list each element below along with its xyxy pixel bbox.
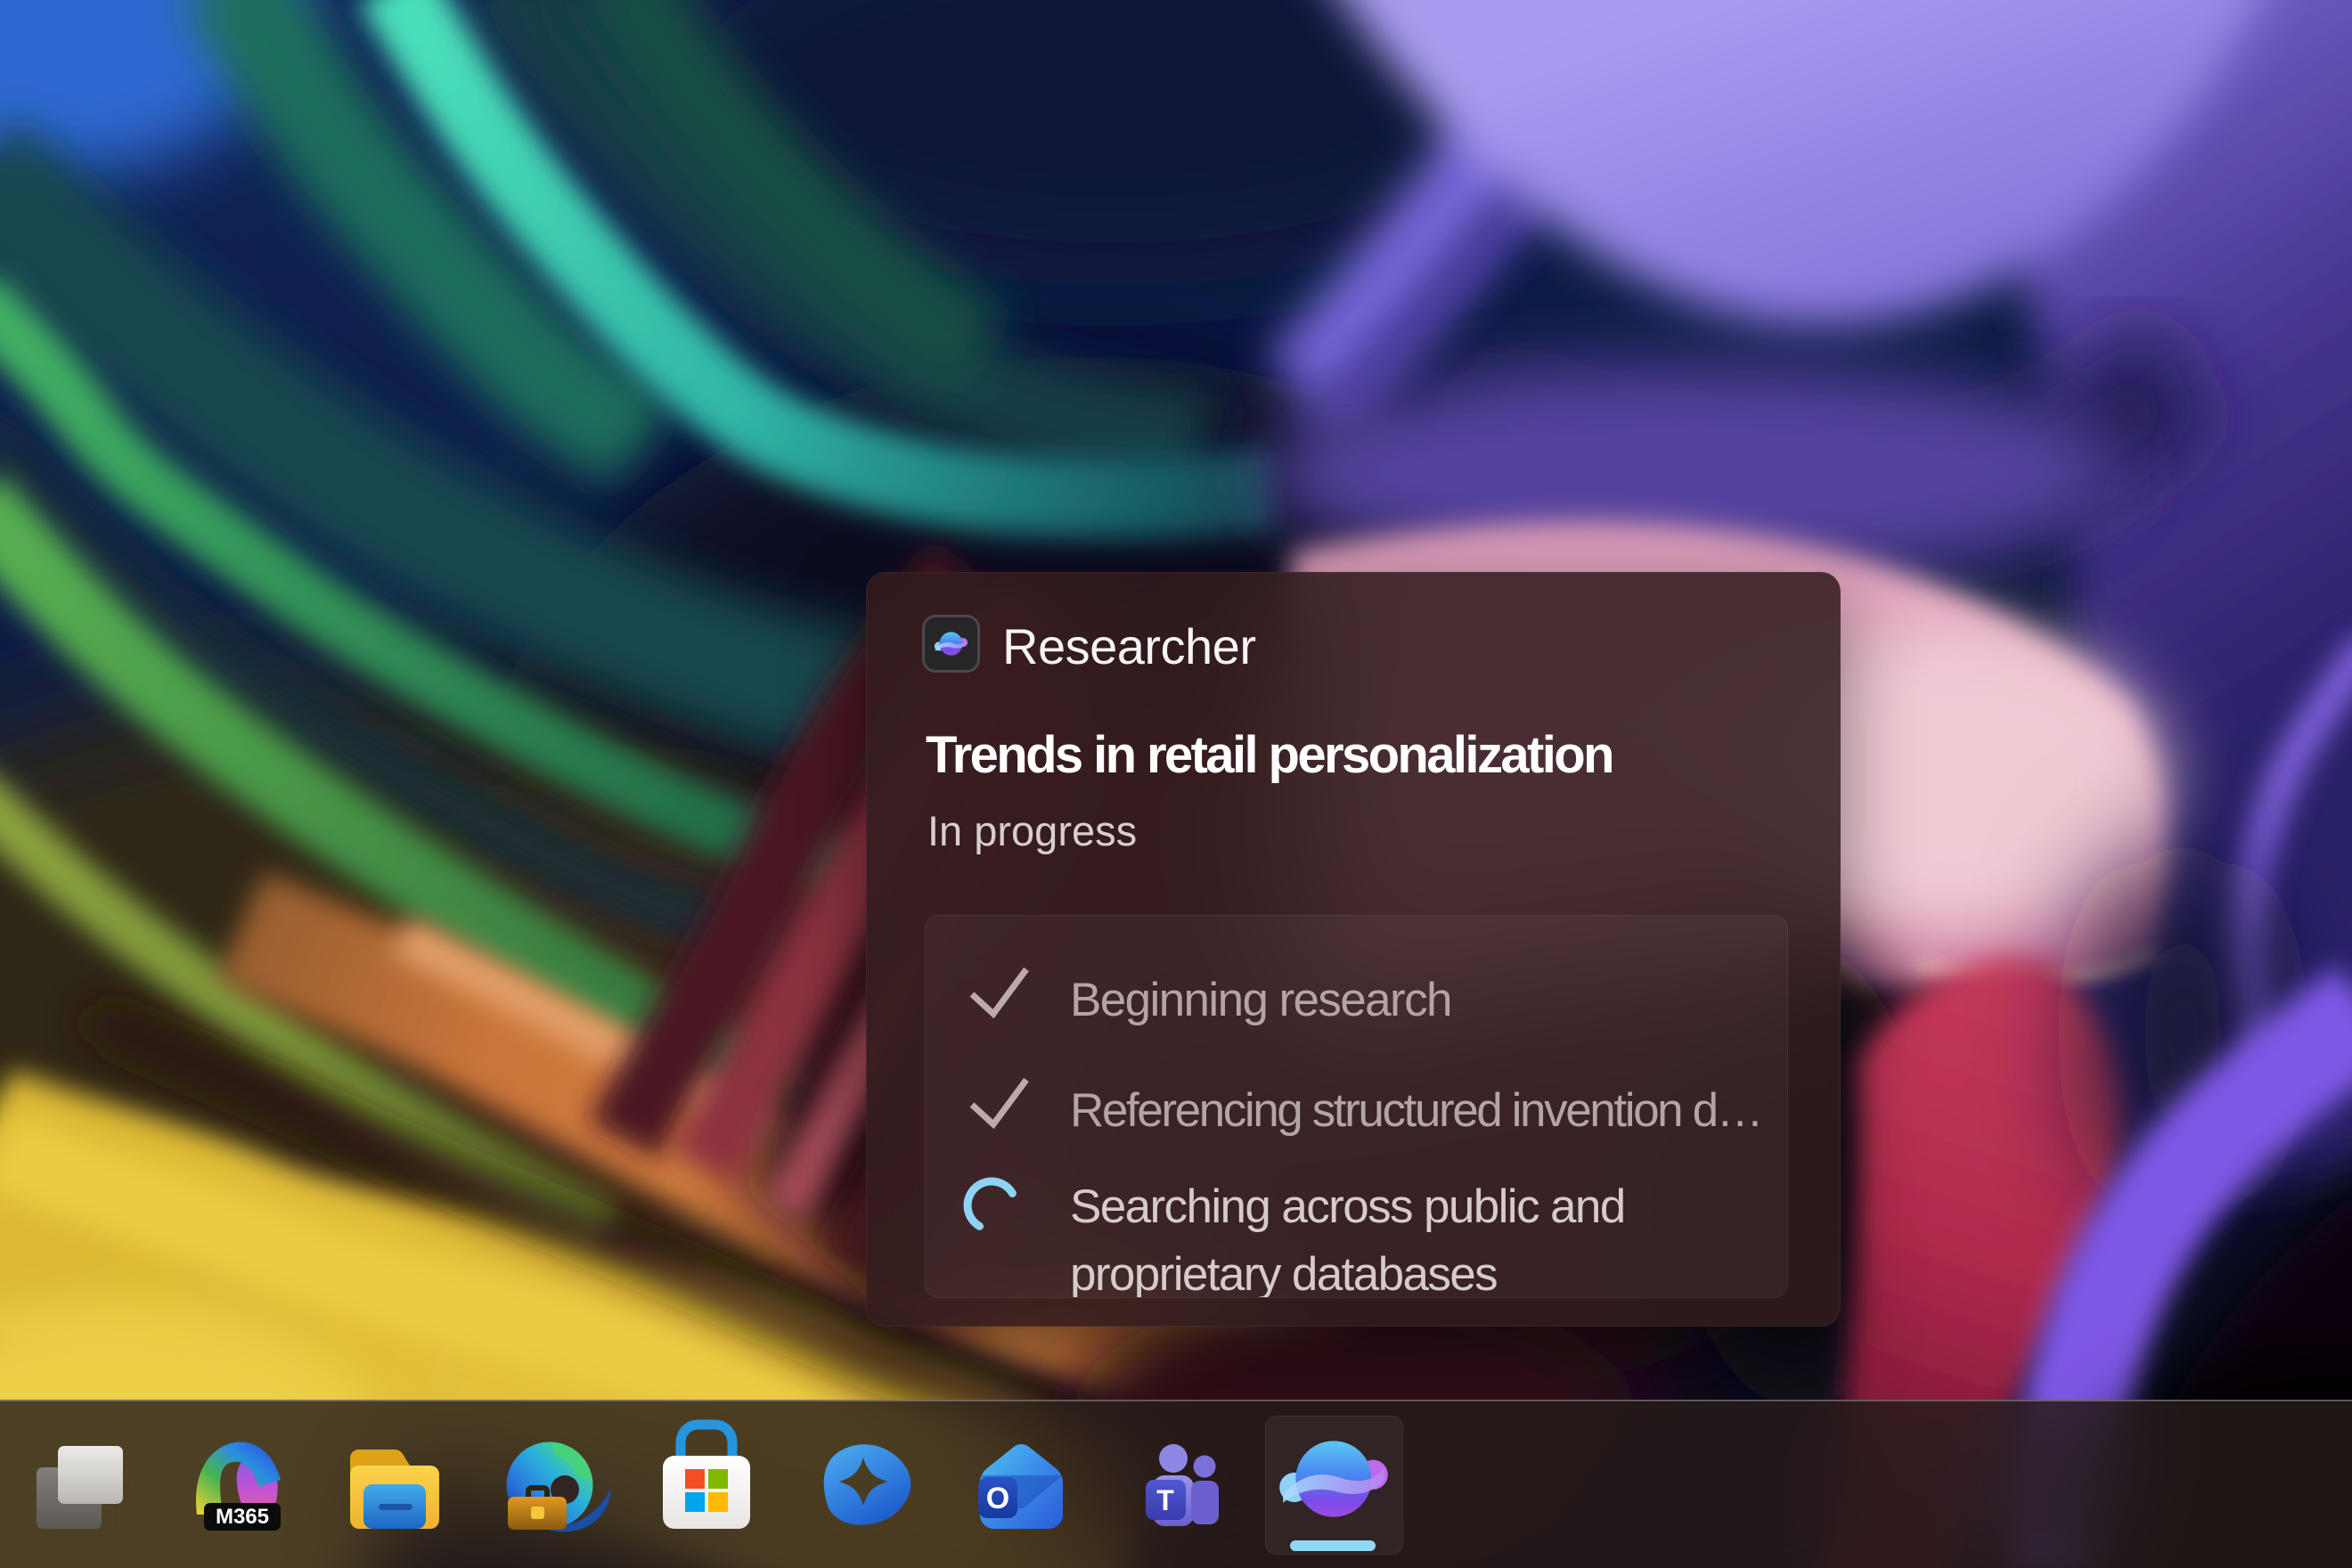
svg-text:M365: M365 bbox=[216, 1505, 269, 1529]
svg-text:Searching across public and: Searching across public and bbox=[1070, 1180, 1625, 1233]
svg-text:proprietary databases: proprietary databases bbox=[1070, 1248, 1497, 1297]
svg-text:T: T bbox=[1156, 1484, 1174, 1516]
svg-text:O: O bbox=[986, 1482, 1009, 1515]
svg-text:Beginning research: Beginning research bbox=[1070, 974, 1451, 1026]
svg-text:Referencing structured inventi: Referencing structured invention d… bbox=[1070, 1084, 1761, 1137]
